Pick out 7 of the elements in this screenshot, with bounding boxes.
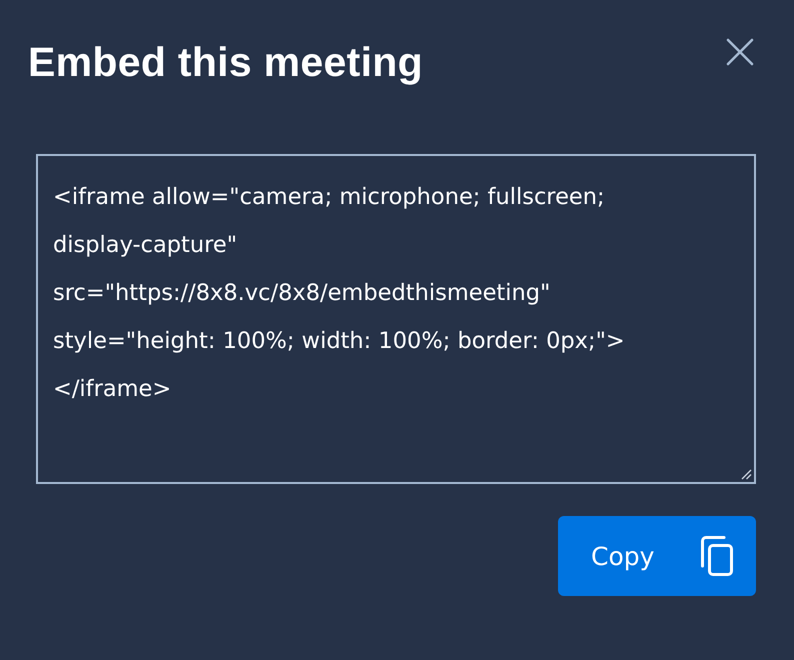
copy-icon (700, 535, 734, 577)
close-button[interactable] (726, 38, 754, 66)
close-icon (726, 38, 754, 66)
embed-code-field[interactable]: <iframe allow="camera; microphone; fullscreen; display-capture" src="https://8x8.vc/8x8/embedthismeeting" style="height: 100%; width: 100%; border: 0px;"> </iframe> (36, 154, 756, 484)
resize-grip-icon[interactable] (741, 469, 752, 480)
dialog-title: Embed this meeting (28, 38, 423, 87)
copy-button[interactable]: Copy (558, 516, 756, 596)
